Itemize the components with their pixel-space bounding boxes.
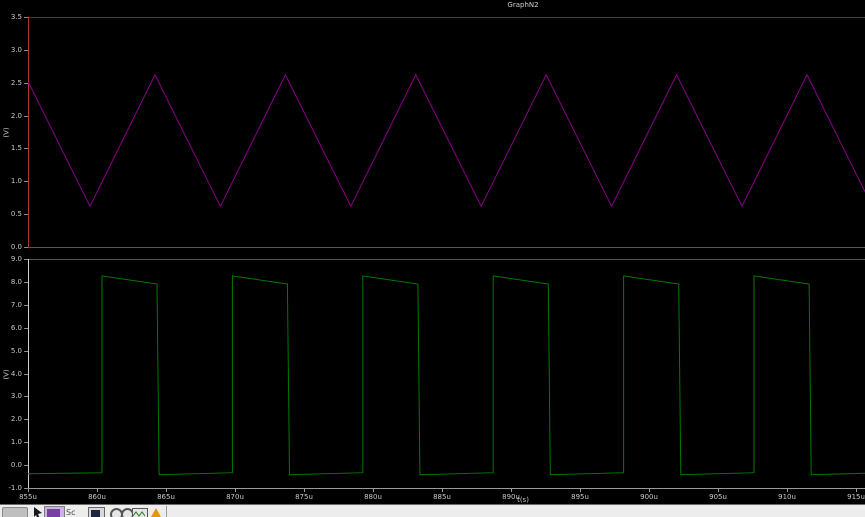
y-tick-mark	[24, 148, 28, 150]
x-tick-label: 865u	[157, 493, 175, 501]
y-tick-label: 8.0	[10, 277, 22, 286]
y-tick-label: 1.0	[10, 177, 22, 186]
x-tick-label: 870u	[226, 493, 244, 501]
graph-title: GraphN2	[507, 1, 539, 9]
y-tick-mark	[24, 396, 28, 398]
x-tick-mark	[304, 489, 305, 492]
y-tick-mark	[24, 82, 28, 84]
y-tick-label: 7.0	[10, 300, 22, 309]
plot-1-bottom-border	[28, 247, 865, 248]
x-tick-label: 900u	[640, 493, 658, 501]
x-tick-label: 895u	[571, 493, 589, 501]
y-tick-mark	[24, 17, 28, 18]
trace-thumbnail-icon	[47, 509, 60, 517]
y-tick-label: 6.0	[10, 323, 22, 332]
y-tick-label: 2.0	[10, 111, 22, 120]
y-tick-mark	[24, 442, 28, 444]
y-tick-label: 2.5	[10, 78, 22, 87]
y-tick-label: 9.0	[10, 255, 22, 263]
y-tick-mark	[24, 247, 28, 248]
y-tick-label: -1.0	[8, 484, 22, 492]
trace-tool-button[interactable]	[44, 506, 65, 517]
square-wave-svg	[28, 275, 865, 476]
y-tick-label: 2.0	[10, 415, 22, 424]
toolbar-separator	[166, 506, 167, 517]
x-tick-label: 875u	[295, 493, 313, 501]
y-tick-label: 3.5	[10, 13, 22, 21]
x-tick-mark	[28, 489, 29, 492]
x-tick-label: 885u	[433, 493, 451, 501]
x-tick-label: 855u	[19, 493, 37, 501]
x-tick-label: 880u	[364, 493, 382, 501]
y-tick-label: 5.0	[10, 346, 22, 355]
y-tick-mark	[24, 259, 28, 260]
triangle-wave-trace	[28, 73, 865, 208]
x-tick-mark	[649, 489, 651, 492]
y-tick-mark	[24, 304, 28, 306]
warning-icon	[151, 508, 161, 517]
display-button[interactable]	[88, 507, 105, 517]
x-tick-mark	[718, 489, 720, 492]
x-tick-mark	[442, 489, 443, 492]
plot-area-2[interactable]	[28, 259, 865, 488]
y-tick-mark	[24, 49, 28, 51]
y-tick-mark	[24, 281, 28, 283]
y-tick-mark	[24, 373, 28, 375]
square-wave-trace	[28, 275, 865, 476]
waveform-icon[interactable]	[132, 508, 148, 517]
toolbar: Sc	[0, 504, 865, 517]
x-tick-mark	[166, 489, 167, 492]
y-tick-label: 1.5	[10, 144, 22, 153]
window-button[interactable]	[2, 507, 28, 517]
y-tick-label: 3.0	[10, 392, 22, 401]
y-tick-label: 0.0	[10, 243, 22, 251]
triangle-wave-svg	[28, 73, 865, 208]
y-tick-mark	[24, 419, 28, 421]
y-tick-mark	[24, 214, 28, 216]
toolbar-label: Sc	[66, 508, 76, 517]
x-tick-mark	[97, 489, 98, 492]
cursor-icon[interactable]	[33, 507, 43, 517]
graph-window: GraphN2 t(s) Sc 3.5 3.0 2.5 2.0 1.5 1.0 0.5 0.0…	[0, 0, 865, 517]
x-tick-label: 860u	[88, 493, 106, 501]
x-tick-label: 890u	[502, 493, 520, 501]
x-tick-label: 910u	[778, 493, 796, 501]
y-axis-unit-label-2: (V)	[2, 368, 11, 380]
y-tick-label: 3.0	[10, 45, 22, 54]
x-tick-mark	[511, 489, 513, 492]
y-tick-label: 1.0	[10, 438, 22, 447]
y-tick-mark	[24, 181, 28, 183]
x-tick-mark	[787, 489, 789, 492]
screen-icon	[91, 510, 100, 517]
y-tick-mark	[24, 115, 28, 117]
y-tick-mark	[24, 350, 28, 352]
x-tick-mark	[235, 489, 236, 492]
x-tick-mark	[373, 489, 374, 492]
x-tick-label: 915u	[847, 493, 865, 501]
x-tick-mark	[856, 489, 858, 492]
y-tick-label: 0.5	[10, 210, 22, 219]
y-tick-label: 0.0	[10, 461, 22, 470]
y-tick-mark	[24, 327, 28, 329]
y-tick-mark	[24, 465, 28, 467]
y-axis-unit-label-1: (V)	[2, 127, 11, 138]
x-axis-line	[28, 488, 865, 489]
x-tick-label: 905u	[709, 493, 727, 501]
plot-area-1[interactable]	[28, 17, 865, 247]
x-tick-mark	[580, 489, 582, 492]
